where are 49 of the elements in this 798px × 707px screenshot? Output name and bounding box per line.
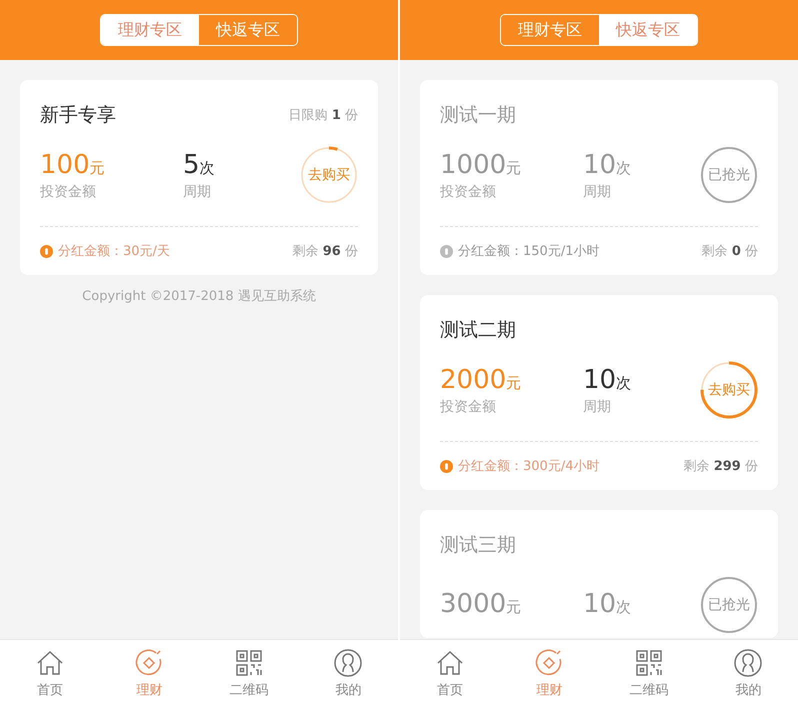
buy-button[interactable]: 去购买 xyxy=(300,146,358,204)
product-title: 测试一期 xyxy=(440,103,516,128)
amount-label: 投资金额 xyxy=(440,182,497,200)
home-icon xyxy=(434,648,465,678)
amount-label: 投资金额 xyxy=(40,182,97,200)
nav-tab[interactable]: 我的 xyxy=(298,640,398,707)
amount-label: 投资金额 xyxy=(440,398,497,416)
product-title: 新手专享 xyxy=(40,103,116,128)
cycle-label: 周期 xyxy=(583,182,612,200)
segment-tab[interactable]: 快返专区 xyxy=(599,15,697,45)
remaining-count: 剩余 299 份 xyxy=(684,458,758,475)
investment-amount: 2000元 xyxy=(440,364,522,396)
sold-out-badge: 已抢光 xyxy=(700,146,758,204)
investment-amount: 100元 xyxy=(40,150,106,182)
dividend-text: 分红金额：300元/4小时 xyxy=(440,457,600,475)
segment-tab[interactable]: 理财专区 xyxy=(101,15,199,45)
investment-amount: 3000元 xyxy=(440,588,522,620)
buy-button[interactable]: 去购买 xyxy=(700,361,758,419)
daily-limit: 日限购 1 份 xyxy=(288,107,358,124)
nav-tab[interactable]: 首页 xyxy=(0,640,100,707)
cycle-count: 10次 xyxy=(583,150,632,182)
qr-code-icon xyxy=(634,648,664,678)
copyright-text: Copyright ©2017-2018 遇见互助系统 xyxy=(81,288,317,305)
nav-tab[interactable]: 首页 xyxy=(400,640,500,707)
dividend-text: 分红金额：150元/1小时 xyxy=(440,242,600,260)
cycle-count: 10次 xyxy=(583,588,632,620)
product-title: 测试三期 xyxy=(440,533,516,558)
cycle-label: 周期 xyxy=(183,182,212,200)
nav-tab[interactable]: 我的 xyxy=(698,640,798,707)
nav-tab[interactable]: 二维码 xyxy=(199,640,298,707)
remaining-count: 剩余 0 份 xyxy=(702,243,758,260)
coin-icon xyxy=(440,244,453,258)
product-title: 测试二期 xyxy=(440,318,516,343)
investment-amount: 1000元 xyxy=(440,150,522,182)
remaining-count: 剩余 96 份 xyxy=(292,243,358,260)
nav-tab[interactable]: 二维码 xyxy=(599,640,698,707)
nav-tab[interactable]: 理财 xyxy=(100,640,199,707)
coin-icon xyxy=(40,244,53,258)
coin-icon xyxy=(440,460,453,472)
user-icon xyxy=(733,648,764,678)
sold-out-badge: 已抢光 xyxy=(700,576,758,634)
dividend-text: 分红金额：30元/天 xyxy=(40,242,170,260)
user-icon xyxy=(333,648,364,678)
nav-tab[interactable]: 理财 xyxy=(500,640,599,707)
cycle-label: 周期 xyxy=(583,398,612,416)
home-icon xyxy=(34,648,65,678)
cycle-count: 5次 xyxy=(183,150,216,182)
qr-code-icon xyxy=(234,648,264,678)
cycle-count: 10次 xyxy=(583,364,632,396)
